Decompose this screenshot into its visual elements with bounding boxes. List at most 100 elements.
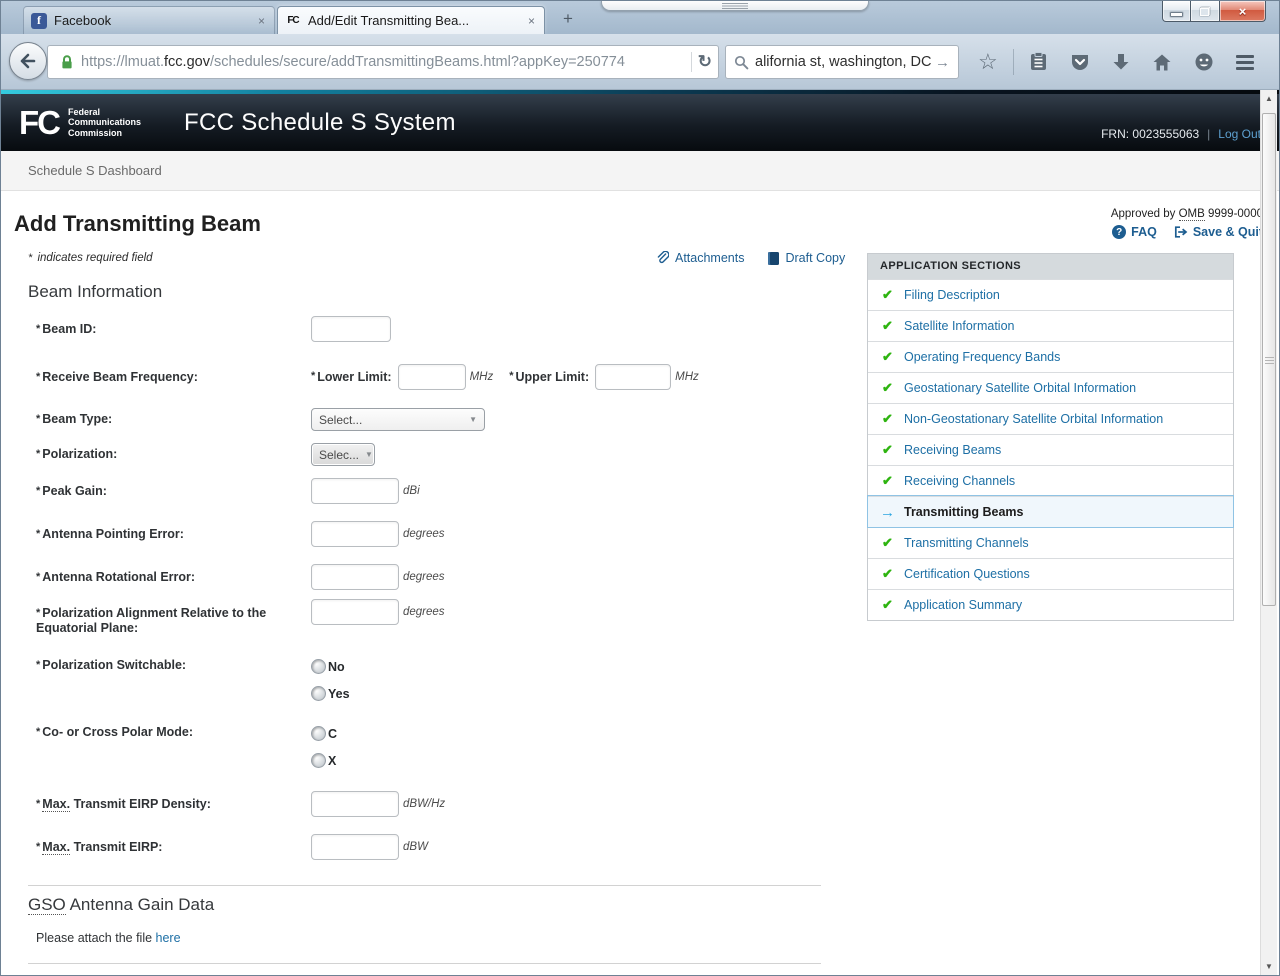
antenna-pointing-error-input[interactable]	[311, 521, 399, 547]
sidebar-item-link[interactable]: Satellite Information	[904, 319, 1014, 333]
save-quit-link[interactable]: Save & Quit	[1174, 225, 1263, 239]
bookmark-star-icon[interactable]: ☆	[978, 51, 998, 73]
sidebar-item-link[interactable]: Transmitting Beams	[904, 505, 1023, 519]
peak-gain-input[interactable]	[311, 478, 399, 504]
restore-icon	[1200, 7, 1210, 16]
logo-line: Communications	[68, 117, 141, 128]
max-transmit-eirp-density-label: *Max. Transmit EIRP Density:	[36, 797, 311, 812]
sidebar-item-link[interactable]: Receiving Beams	[904, 443, 1001, 457]
hello-smiley-icon[interactable]	[1194, 52, 1214, 72]
polarization-switchable-options: No Yes	[311, 659, 350, 701]
sidebar-item-link[interactable]: Geostationary Satellite Orbital Informat…	[904, 381, 1136, 395]
sidebar-item-link[interactable]: Transmitting Channels	[904, 536, 1029, 550]
window-close-button[interactable]: ×	[1220, 1, 1266, 22]
check-icon: ✔	[879, 473, 896, 489]
required-note: * indicates required field	[28, 252, 153, 264]
attach-here-link[interactable]: here	[156, 931, 181, 945]
page-title: Add Transmitting Beam	[14, 211, 261, 237]
divider	[28, 885, 821, 886]
bookmarks-list-icon[interactable]	[1029, 52, 1048, 72]
tab-close-icon[interactable]: ×	[526, 14, 537, 28]
polarization-switchable-no-radio[interactable]	[311, 659, 326, 674]
antenna-rotational-error-row: *Antenna Rotational Error: degrees	[36, 564, 445, 590]
polar-mode-x-radio[interactable]	[311, 753, 326, 768]
asterisk: *	[36, 798, 40, 810]
tab-title: Facebook	[54, 13, 256, 28]
beam-type-select[interactable]: Select... ▼	[311, 408, 485, 431]
polarization-switchable-row: *Polarization Switchable: No Yes	[36, 658, 350, 701]
asterisk: *	[36, 413, 40, 425]
sidebar-item-receiving-channels[interactable]: ✔ Receiving Channels	[868, 465, 1233, 496]
max-transmit-eirp-row: *Max. Transmit EIRP: dBW	[36, 834, 428, 860]
window-drag-grip[interactable]	[601, 1, 869, 11]
window-restore-button[interactable]	[1191, 1, 1220, 22]
reload-icon[interactable]: ↻	[698, 52, 712, 72]
sidebar-item-link[interactable]: Non-Geostationary Satellite Orbital Info…	[904, 412, 1163, 426]
page-viewport: FC Federal Communications Commission FCC…	[1, 90, 1279, 975]
max-transmit-eirp-density-input[interactable]	[311, 791, 399, 817]
logout-link[interactable]: Log Out	[1218, 127, 1261, 141]
logo-line: Federal	[68, 107, 141, 118]
beam-id-input[interactable]	[311, 316, 391, 342]
polarization-switchable-yes-radio[interactable]	[311, 686, 326, 701]
vertical-scrollbar[interactable]: ▲ ▼	[1260, 90, 1277, 975]
asterisk: *	[36, 659, 40, 671]
lower-limit-input[interactable]	[398, 364, 466, 390]
heading-text: Antenna Gain Data	[70, 895, 215, 914]
tab-facebook[interactable]: f Facebook ×	[23, 6, 275, 34]
window-minimize-button[interactable]	[1162, 1, 1191, 22]
beam-information-heading: Beam Information	[28, 282, 162, 302]
sidebar-item-application-summary[interactable]: ✔Application Summary	[868, 589, 1233, 620]
draft-copy-link[interactable]: Draft Copy	[768, 251, 845, 265]
fcc-logo-caption: Federal Communications Commission	[68, 107, 141, 139]
sidebar-item-link[interactable]: Certification Questions	[904, 567, 1030, 581]
sidebar-item-transmitting-channels[interactable]: ✔Transmitting Channels	[868, 527, 1233, 558]
sidebar-item-non-geostationary-satellite-orbital-information[interactable]: ✔Non-Geostationary Satellite Orbital Inf…	[868, 403, 1233, 434]
sidebar-item-operating-frequency-bands[interactable]: ✔Operating Frequency Bands	[868, 341, 1233, 372]
url-text: https://lmuat.fcc.gov/schedules/secure/a…	[81, 54, 685, 70]
breadcrumb[interactable]: Schedule S Dashboard	[28, 163, 162, 178]
new-tab-button[interactable]: +	[555, 9, 581, 30]
scroll-down-button[interactable]: ▼	[1261, 958, 1277, 975]
antenna-rotational-error-input[interactable]	[311, 564, 399, 590]
upper-limit-input[interactable]	[595, 364, 671, 390]
url-domain: fcc.gov	[164, 54, 210, 70]
scroll-up-button[interactable]: ▲	[1261, 90, 1277, 107]
sidebar-item-link[interactable]: Application Summary	[904, 598, 1022, 612]
sidebar-item-link[interactable]: Operating Frequency Bands	[904, 350, 1060, 364]
frn-box: FRN: 0023555063 | Log Out	[1101, 127, 1261, 151]
polarization-alignment-input[interactable]	[311, 599, 399, 625]
label-text: Receive Beam Frequency:	[42, 370, 198, 384]
sidebar-item-geostationary-satellite-orbital-information[interactable]: ✔Geostationary Satellite Orbital Informa…	[868, 372, 1233, 403]
back-button[interactable]	[9, 42, 47, 80]
tab-close-icon[interactable]: ×	[256, 14, 267, 28]
check-icon: ✔	[879, 287, 896, 303]
sidebar-item-filing-description[interactable]: ✔ Filing Description	[868, 279, 1233, 310]
sidebar-item-certification-questions[interactable]: ✔Certification Questions	[868, 558, 1233, 589]
menu-hamburger-icon[interactable]	[1236, 55, 1254, 70]
url-bar[interactable]: https://lmuat.fcc.gov/schedules/secure/a…	[47, 45, 719, 79]
pocket-icon[interactable]	[1070, 53, 1090, 72]
sidebar-item-satellite-information[interactable]: ✔ Satellite Information	[868, 310, 1233, 341]
check-icon: ✔	[879, 318, 896, 334]
sidebar-item-receiving-beams[interactable]: ✔Receiving Beams	[868, 434, 1233, 465]
search-go-icon[interactable]: →	[935, 54, 950, 71]
max-transmit-eirp-input[interactable]	[311, 834, 399, 860]
scrollbar-thumb[interactable]	[1262, 113, 1276, 606]
home-icon[interactable]	[1152, 53, 1172, 72]
attachments-link[interactable]: Attachments	[656, 251, 744, 265]
polarization-select[interactable]: Selec... ▼	[311, 443, 375, 466]
polarization-alignment-label: *Polarization Alignment Relative to the …	[36, 606, 311, 636]
max-transmit-eirp-density-row: *Max. Transmit EIRP Density: dBW/Hz	[36, 791, 445, 817]
sidebar-item-link[interactable]: Receiving Channels	[904, 474, 1015, 488]
sidebar-item-transmitting-beams[interactable]: →Transmitting Beams	[868, 496, 1233, 527]
grip-lines-icon	[722, 3, 748, 9]
sidebar-item-link[interactable]: Filing Description	[904, 288, 1000, 302]
tab-add-edit-transmitting-beams[interactable]: FC Add/Edit Transmitting Bea... ×	[277, 6, 545, 34]
radio-option: No	[311, 659, 350, 674]
faq-link[interactable]: ? FAQ	[1112, 225, 1157, 239]
downloads-icon[interactable]	[1112, 53, 1130, 72]
search-input[interactable]: alifornia st, washington, DC →	[725, 45, 959, 79]
polar-mode-c-radio[interactable]	[311, 726, 326, 741]
approved-by-text: Approved by	[1111, 208, 1176, 220]
